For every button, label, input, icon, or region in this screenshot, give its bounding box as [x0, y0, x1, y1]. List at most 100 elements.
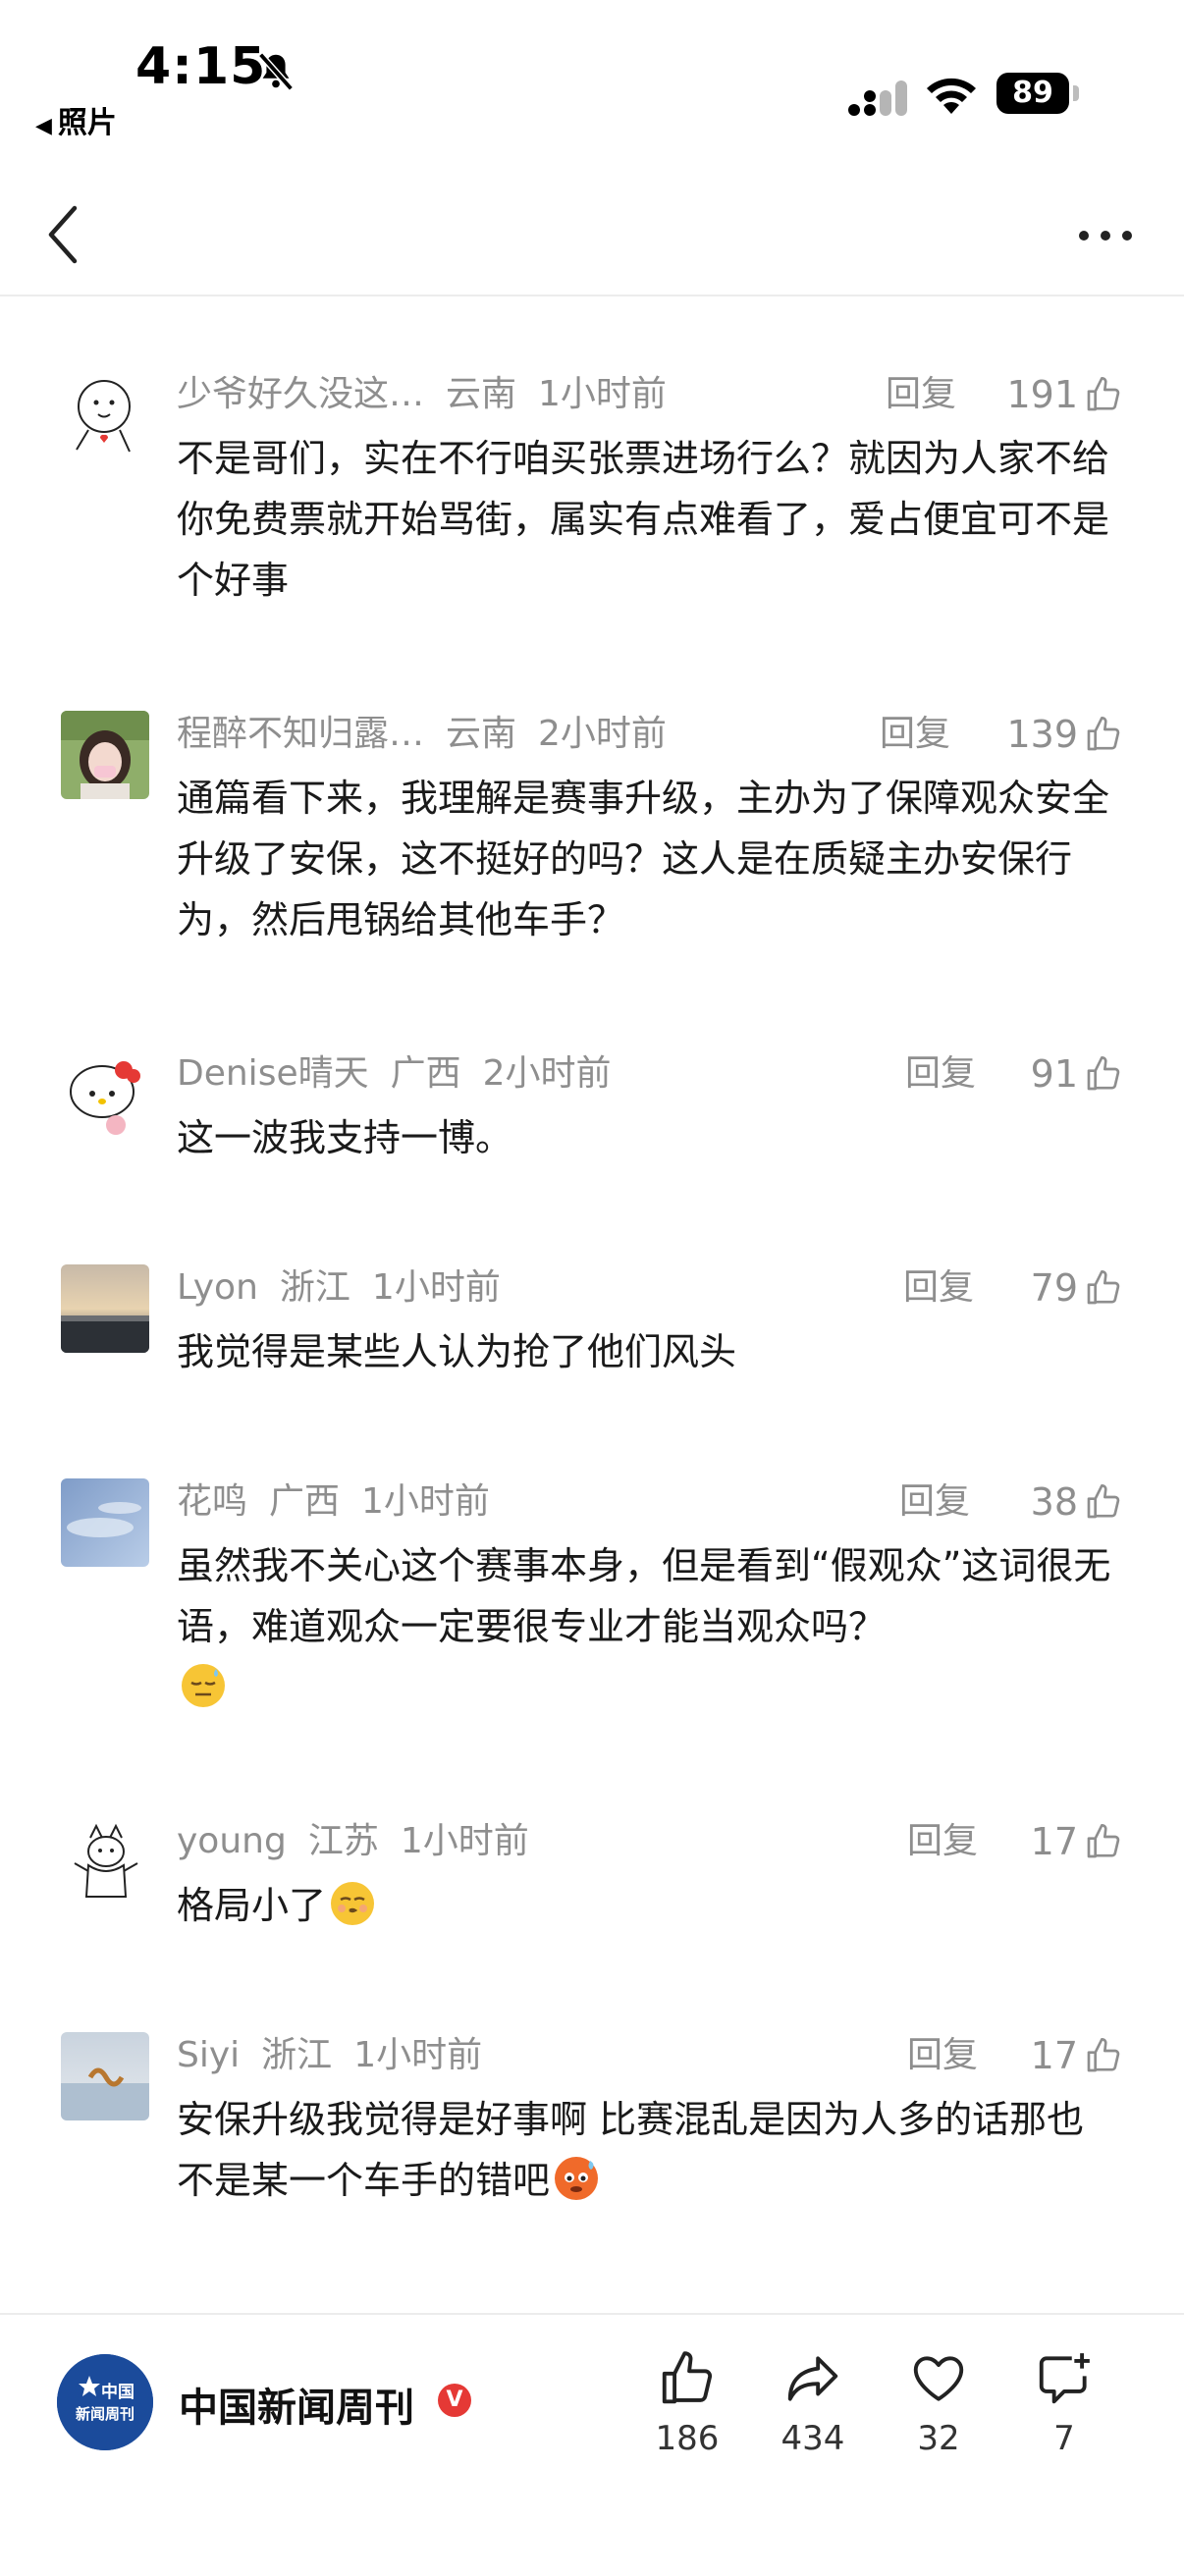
user-avatar[interactable]	[61, 1818, 149, 1906]
battery-indicator: 89	[996, 73, 1079, 116]
comment-time: 1小时前	[353, 2035, 483, 2075]
cellular-signal-icon	[848, 80, 907, 116]
comment-plus-icon	[1039, 2353, 1090, 2404]
publisher-name[interactable]: 中国新闻周刊	[179, 2376, 414, 2433]
thumbs-up-icon	[1087, 2038, 1120, 2072]
comment-username[interactable]: Denise晴天	[177, 1053, 369, 1094]
comment-meta: Siyi 浙江 1小时前	[177, 2032, 504, 2079]
hot-face-emoji-icon	[555, 2157, 599, 2200]
like-count: 17	[1030, 2034, 1078, 2077]
heart-icon	[913, 2356, 964, 2401]
share-arrow-icon	[787, 2356, 838, 2401]
reply-button[interactable]: 回复	[899, 1478, 970, 1526]
user-avatar[interactable]	[61, 1264, 149, 1353]
like-button[interactable]: 191	[1006, 371, 1123, 418]
like-count: 38	[1030, 1480, 1078, 1524]
publisher-logo[interactable]: 中国 新闻周刊	[57, 2354, 153, 2450]
thumbs-up-icon	[1087, 1484, 1120, 1519]
comment-meta: 花鸣 广西 1小时前	[177, 1478, 511, 1526]
user-avatar[interactable]	[61, 711, 149, 799]
like-button[interactable]: 38	[1031, 1478, 1123, 1526]
like-count: 91	[1030, 1052, 1078, 1096]
thumbs-up-icon	[1087, 1824, 1120, 1858]
comment-text: 通篇看下来，我理解是赛事升级，主办为了保障观众安全升级了安保，这不挺好的吗？这人…	[177, 777, 1110, 941]
comment-time: 1小时前	[371, 1267, 501, 1308]
share-button[interactable]: 434	[764, 2348, 862, 2458]
user-avatar[interactable]	[61, 1050, 149, 1139]
like-count: 139	[1006, 713, 1078, 756]
comment-location: 云南	[446, 714, 517, 754]
thumbs-up-icon	[662, 2351, 713, 2404]
share-count: 434	[780, 2419, 845, 2458]
comment-time: 1小时前	[538, 374, 667, 414]
comment-text: 格局小了	[177, 1875, 1119, 1936]
like-count: 17	[1030, 1820, 1078, 1863]
comment-text: 不是哥们，实在不行咱买张票进场行么？就因为人家不给你免费票就开始骂街，属实有点难…	[177, 437, 1110, 602]
like-count: 79	[1030, 1266, 1078, 1310]
verified-badge-icon: V	[438, 2384, 471, 2417]
comment-location: 广西	[390, 1053, 461, 1094]
battery-level: 89	[996, 73, 1069, 114]
thumbs-up-icon	[1087, 717, 1120, 751]
user-avatar[interactable]	[61, 371, 149, 459]
thumbs-up-icon	[1087, 377, 1120, 411]
comment-time: 1小时前	[400, 1821, 529, 1861]
back-chevron-icon[interactable]	[43, 202, 82, 267]
comment-username[interactable]: young	[177, 1821, 287, 1861]
bottom-action-bar: 中国 新闻周刊 中国新闻周刊 V 186 434 32 7	[0, 2313, 1184, 2576]
user-avatar[interactable]	[61, 1478, 149, 1567]
add-comment-button[interactable]: 7	[1015, 2348, 1113, 2458]
reply-button[interactable]: 回复	[880, 711, 950, 758]
reply-button[interactable]: 回复	[886, 371, 956, 418]
status-time: 4:15	[135, 37, 267, 96]
more-options-icon[interactable]	[1076, 226, 1135, 245]
svg-text:新闻周刊: 新闻周刊	[76, 2405, 135, 2423]
comment-location: 浙江	[261, 2035, 333, 2075]
comment-text: 虽然我不关心这个赛事本身，但是看到“假观众”这词很无语，难道观众一定要很专业才能…	[177, 1535, 1119, 1718]
comment-meta: 程醉不知归露… 云南 2小时前	[177, 711, 688, 758]
user-avatar[interactable]	[61, 2032, 149, 2120]
comment-username[interactable]: Lyon	[177, 1267, 258, 1308]
bell-slash-icon	[258, 52, 294, 91]
comment-meta: young 江苏 1小时前	[177, 1818, 551, 1865]
like-button[interactable]: 79	[1031, 1264, 1123, 1312]
like-article-count: 186	[655, 2419, 720, 2458]
comment-username[interactable]: Siyi	[177, 2035, 240, 2075]
sleepy-face-emoji-icon	[182, 1664, 225, 1707]
like-article-button[interactable]: 186	[638, 2348, 736, 2458]
thumbs-up-icon	[1087, 1270, 1120, 1305]
comment-username[interactable]: 花鸣	[177, 1481, 247, 1522]
comment-meta: Denise晴天 广西 2小时前	[177, 1050, 633, 1098]
comment-text: 安保升级我觉得是好事啊 比赛混乱是因为人多的话那也不是某一个车手的错吧	[177, 2089, 1119, 2211]
comment-count: 7	[1053, 2419, 1075, 2458]
favorite-button[interactable]: 32	[889, 2348, 988, 2458]
comment-text-body: 虽然我不关心这个赛事本身，但是看到“假观众”这词很无语，难道观众一定要很专业才能…	[177, 1544, 1111, 1648]
reply-button[interactable]: 回复	[903, 1264, 974, 1312]
comment-text: 我觉得是某些人认为抢了他们风头	[177, 1330, 737, 1373]
back-to-photos-link[interactable]: ◀ 照片	[35, 98, 117, 141]
like-button[interactable]: 91	[1031, 1050, 1123, 1098]
comment-time: 1小时前	[361, 1481, 490, 1522]
like-button[interactable]: 17	[1031, 2032, 1123, 2079]
back-app-label: 照片	[57, 106, 117, 140]
comment-text-body: 格局小了	[177, 1884, 327, 1927]
like-count: 191	[1006, 373, 1078, 416]
reply-button[interactable]: 回复	[907, 2032, 978, 2079]
comment-location: 云南	[446, 374, 517, 414]
back-triangle-icon: ◀	[35, 114, 52, 138]
reply-button[interactable]: 回复	[905, 1050, 976, 1098]
like-button[interactable]: 17	[1031, 1818, 1123, 1865]
publisher-logo-mark: 中国 新闻周刊	[57, 2354, 153, 2450]
comment-meta: 少爷好久没这… 云南 1小时前	[177, 371, 688, 418]
comment-text-body: 安保升级我觉得是好事啊 比赛混乱是因为人多的话那也不是某一个车手的错吧	[177, 2098, 1085, 2202]
comment-time: 2小时前	[538, 714, 667, 754]
comment-location: 广西	[269, 1481, 341, 1522]
comment-username[interactable]: 程醉不知归露…	[177, 714, 424, 754]
favorite-count: 32	[917, 2419, 960, 2458]
reply-button[interactable]: 回复	[907, 1818, 978, 1865]
kissing-face-emoji-icon	[331, 1882, 375, 1925]
like-button[interactable]: 139	[1006, 711, 1123, 758]
comment-username[interactable]: 少爷好久没这…	[177, 374, 424, 414]
wifi-icon	[927, 78, 976, 114]
status-bar: 4:15 ◀ 照片 89	[0, 0, 1184, 147]
